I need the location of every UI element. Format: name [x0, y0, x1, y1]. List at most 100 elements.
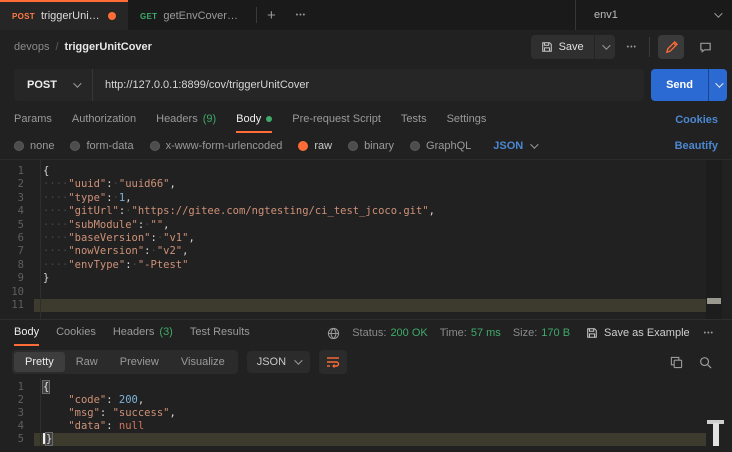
tab-body[interactable]: Body [236, 106, 272, 133]
view-preview[interactable]: Preview [109, 352, 170, 372]
cookies-link[interactable]: Cookies [675, 114, 718, 126]
code-line: 4 "data": null [0, 420, 706, 433]
response-tab-headers[interactable]: Headers (3) [113, 320, 173, 346]
line-number: 4 [0, 205, 34, 218]
tab-authorization[interactable]: Authorization [72, 106, 136, 133]
radio-icon [410, 141, 420, 151]
copy-icon[interactable] [670, 356, 683, 369]
view-pretty[interactable]: Pretty [14, 352, 65, 372]
view-visualize[interactable]: Visualize [170, 352, 236, 372]
line-number: 4 [0, 420, 34, 433]
code-line: 1{ [0, 381, 706, 394]
breadcrumb-collection[interactable]: devops [14, 41, 49, 53]
save-as-example-button[interactable]: Save as Example [586, 327, 690, 339]
body-type-raw[interactable]: raw [298, 140, 332, 152]
body-has-content-dot [266, 116, 272, 122]
line-number: 2 [0, 178, 34, 191]
time-value: 57 ms [471, 327, 501, 339]
line-number: 3 [0, 192, 34, 205]
code-line: 10 [0, 286, 706, 299]
tab-pre-request-script[interactable]: Pre-request Script [292, 106, 381, 133]
line-number: 1 [0, 165, 34, 178]
send-button-label[interactable]: Send [651, 69, 708, 101]
body-type-none[interactable]: none [14, 140, 54, 152]
line-number: 5 [0, 219, 34, 232]
comments-button[interactable] [692, 35, 718, 59]
response-body-editor[interactable]: 1{2 "code": 200,3 "msg": "success",4 "da… [0, 378, 732, 446]
scrollbar-thumb[interactable] [713, 423, 719, 446]
tab-title: getEnvCoverResult [163, 10, 244, 22]
size-label: Size: [513, 327, 537, 339]
tab-tests[interactable]: Tests [401, 106, 427, 133]
chevron-down-icon [714, 9, 722, 17]
method-selector[interactable]: POST [14, 69, 93, 101]
code-line: 3····"type":·1, [0, 192, 706, 205]
chevron-down-icon [294, 356, 302, 364]
request-header: devops / triggerUnitCover Save ••• [0, 30, 732, 64]
new-tab-button[interactable]: + [257, 0, 286, 30]
url-input-container: POST http://127.0.0.1:8899/cov/triggerUn… [14, 69, 644, 101]
save-options-button[interactable] [594, 35, 615, 59]
send-options-button[interactable] [708, 69, 727, 101]
tab-headers[interactable]: Headers (9) [156, 106, 216, 133]
response-tabs: Body Cookies Headers (3) Test Results St… [0, 320, 732, 346]
response-tab-test-results[interactable]: Test Results [190, 320, 250, 346]
environment-selector[interactable]: env1 [575, 0, 732, 30]
response-language-selector[interactable]: JSON [247, 351, 310, 373]
tab-getEnvCoverResult[interactable]: GET getEnvCoverResult [128, 0, 256, 30]
save-button[interactable]: Save [531, 35, 615, 59]
tab-settings[interactable]: Settings [447, 106, 487, 133]
scrollbar-track[interactable] [706, 160, 722, 319]
line-number: 11 [0, 299, 34, 312]
tab-options-button[interactable]: ••• [286, 0, 316, 30]
raw-language-selector[interactable]: JSON [493, 140, 536, 152]
comment-icon [699, 41, 712, 54]
line-number: 3 [0, 407, 34, 420]
response-tab-cookies[interactable]: Cookies [56, 320, 96, 346]
text-cursor [43, 433, 45, 444]
body-type-form-data[interactable]: form-data [70, 140, 133, 152]
tab-params[interactable]: Params [14, 106, 52, 133]
response-pane: Body Cookies Headers (3) Test Results St… [0, 319, 732, 446]
save-icon [586, 327, 598, 339]
response-meta: Status: 200 OK Time: 57 ms Size: 170 B S… [327, 320, 718, 346]
line-number: 1 [0, 381, 34, 394]
method-value: POST [27, 79, 57, 91]
response-more-actions-button[interactable]: ••• [700, 330, 718, 337]
status-value: 200 OK [390, 327, 427, 339]
code-line: 2 "code": 200, [0, 394, 706, 407]
send-button[interactable]: Send [651, 69, 727, 101]
request-body-editor[interactable]: 1{2····"uuid":·"uuid66",3····"type":·1,4… [0, 159, 732, 319]
globe-icon[interactable] [327, 327, 340, 340]
radio-icon-selected [298, 141, 308, 151]
breadcrumb-request-name[interactable]: triggerUnitCover [65, 41, 152, 53]
chevron-down-icon [602, 41, 610, 49]
code-line: 6····"baseVersion":·"v1", [0, 232, 706, 245]
code-line: 5} [0, 433, 706, 446]
body-type-x-www-form-urlencoded[interactable]: x-www-form-urlencoded [150, 140, 283, 152]
beautify-link[interactable]: Beautify [675, 140, 718, 152]
tab-method-get: GET [140, 12, 157, 21]
search-icon[interactable] [699, 356, 712, 369]
code-line: 3 "msg": "success", [0, 407, 706, 420]
wrap-lines-button[interactable] [319, 350, 347, 374]
chevron-down-icon [530, 140, 538, 148]
view-raw[interactable]: Raw [65, 352, 109, 372]
wrap-text-icon [326, 356, 340, 368]
url-input[interactable]: http://127.0.0.1:8899/cov/triggerUnitCov… [93, 79, 321, 91]
body-type-binary[interactable]: binary [348, 140, 394, 152]
code-line: 1{ [0, 165, 706, 178]
tab-triggerUnitCover[interactable]: POST triggerUnitCover [0, 0, 128, 30]
request-more-actions-button[interactable]: ••• [623, 44, 641, 51]
unsaved-changes-dot [108, 12, 116, 20]
line-number: 5 [0, 433, 34, 446]
documentation-button[interactable] [658, 35, 684, 59]
line-number: 9 [0, 272, 34, 285]
response-tab-body[interactable]: Body [14, 320, 39, 346]
response-headers-count: (3) [159, 326, 172, 338]
body-type-graphql[interactable]: GraphQL [410, 140, 471, 152]
code-line: 4····"gitUrl":·"https://gitee.com/ngtest… [0, 205, 706, 218]
status-label: Status: [352, 327, 386, 339]
scrollbar-cursor-marker [707, 298, 721, 304]
divider [649, 37, 650, 57]
